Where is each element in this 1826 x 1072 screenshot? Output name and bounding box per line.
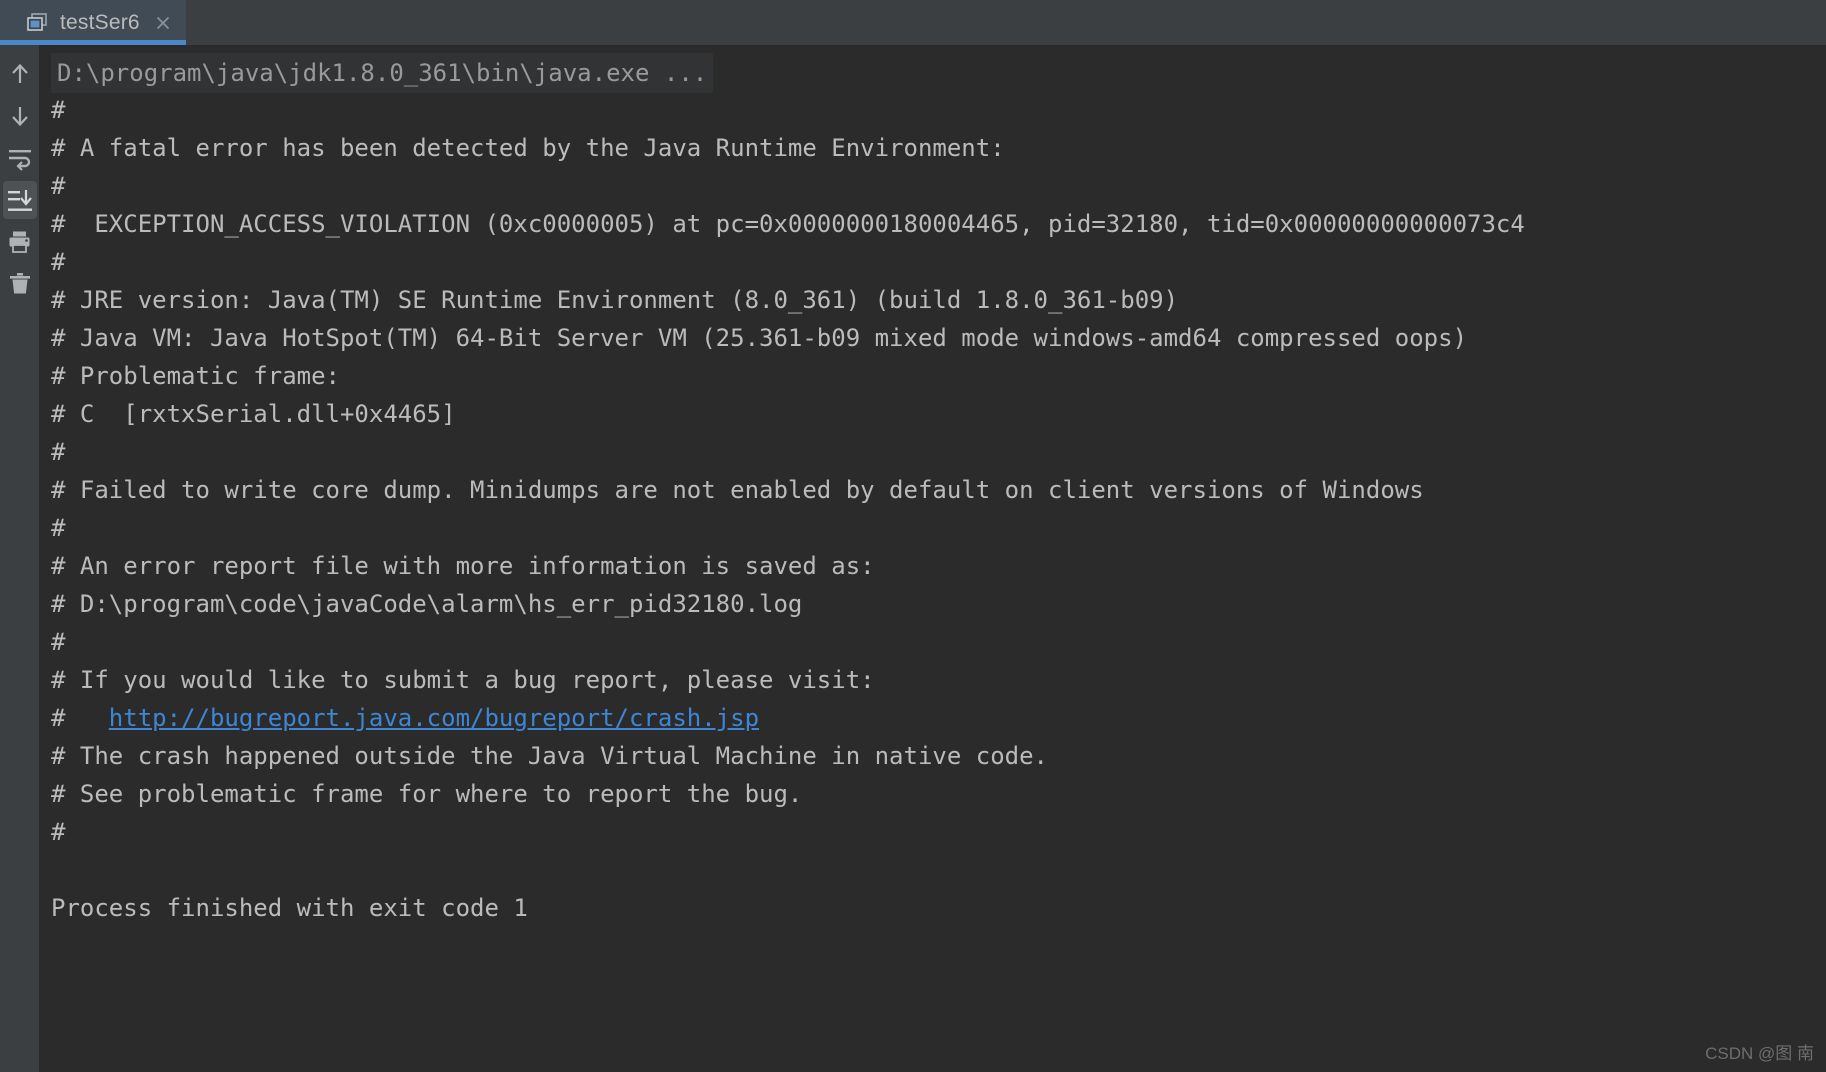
tab-label: testSer6	[60, 10, 140, 34]
console-text: D:\program\java\jdk1.8.0_361\bin\java.ex…	[39, 45, 1826, 927]
console-line: # EXCEPTION_ACCESS_VIOLATION (0xc0000005…	[51, 210, 1525, 238]
console-line: # http://bugreport.java.com/bugreport/cr…	[51, 704, 760, 732]
console-line: #	[51, 172, 66, 200]
editor-tab-bar: testSer6	[0, 0, 1826, 45]
watermark: CSDN @图 南	[1705, 1044, 1814, 1063]
console-line: # An error report file with more informa…	[51, 552, 875, 580]
console-line: # The crash happened outside the Java Vi…	[51, 742, 1048, 770]
console-line: # Failed to write core dump. Minidumps a…	[51, 476, 1424, 504]
bugreport-link[interactable]: http://bugreport.java.com/bugreport/cras…	[109, 704, 759, 732]
console-line: #	[51, 248, 66, 276]
console-toolbar	[0, 45, 39, 1072]
tab-testser6[interactable]: testSer6	[0, 0, 186, 45]
console-line: # Problematic frame:	[51, 362, 340, 390]
console-line: # JRE version: Java(TM) SE Runtime Envir…	[51, 286, 1179, 314]
console-line: #	[51, 438, 66, 466]
scroll-to-end-icon[interactable]	[2, 181, 37, 219]
console-output-panel[interactable]: D:\program\java\jdk1.8.0_361\bin\java.ex…	[39, 45, 1826, 1072]
console-line: # C [rxtxSerial.dll+0x4465]	[51, 400, 456, 428]
close-icon[interactable]	[154, 14, 172, 32]
trash-icon[interactable]	[3, 265, 37, 303]
down-arrow-icon[interactable]	[3, 97, 37, 135]
print-icon[interactable]	[3, 223, 37, 261]
up-arrow-icon[interactable]	[3, 55, 37, 93]
console-line: #	[51, 514, 66, 542]
console-line: # If you would like to submit a bug repo…	[51, 666, 875, 694]
soft-wrap-icon[interactable]	[3, 139, 37, 177]
console-line: # See problematic frame for where to rep…	[51, 780, 803, 808]
console-line: # D:\program\code\javaCode\alarm\hs_err_…	[51, 590, 803, 618]
console-command-text: D:\program\java\jdk1.8.0_361\bin\java.ex…	[51, 53, 714, 93]
console-line: # Java VM: Java HotSpot(TM) 64-Bit Serve…	[51, 324, 1468, 352]
console-line: #	[51, 96, 66, 124]
console-line: #	[51, 818, 66, 846]
console-line: Process finished with exit code 1	[51, 894, 528, 922]
console-line: #	[51, 628, 66, 656]
console-line: # A fatal error has been detected by the…	[51, 134, 1005, 162]
run-configuration-icon	[26, 12, 48, 33]
console-command-line: D:\program\java\jdk1.8.0_361\bin\java.ex…	[51, 53, 1826, 93]
